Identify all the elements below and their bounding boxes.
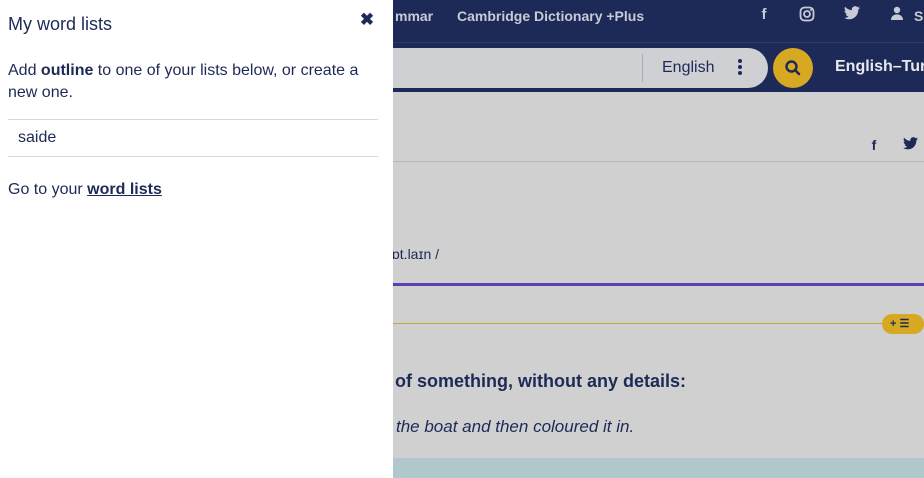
facebook-share-icon[interactable]: f (866, 137, 882, 153)
more-options-icon[interactable] (736, 58, 744, 78)
divider (642, 54, 643, 82)
definition-text: e of something, without any details: (380, 371, 687, 391)
search-button[interactable] (773, 48, 813, 88)
word-lists-link[interactable]: word lists (87, 181, 162, 198)
search-input[interactable]: English (370, 48, 768, 88)
word-list-item[interactable]: saide (8, 119, 378, 157)
language-selector-label[interactable]: English (662, 59, 714, 77)
instagram-icon[interactable] (798, 6, 816, 24)
nav-link-dictionary-plus[interactable]: Cambridge Dictionary +Plus (457, 8, 644, 24)
intro-prefix: Add (8, 62, 41, 79)
close-icon[interactable]: ✖ (357, 10, 377, 30)
dictionary-selector[interactable]: English–Tur (835, 58, 924, 76)
twitter-icon[interactable] (843, 6, 861, 24)
nav-link-grammar[interactable]: mmar (395, 8, 433, 24)
intro-word: outline (40, 62, 94, 79)
sign-in-link[interactable]: S (914, 8, 923, 24)
goto-prefix: Go to your (8, 181, 88, 198)
twitter-share-icon[interactable] (902, 137, 918, 153)
panel-title: My word lists (8, 14, 113, 34)
goto-word-lists: Go to your word lists (8, 181, 162, 199)
example-sentence: the boat and then coloured it in. (396, 417, 635, 436)
word-list-panel: My word lists ✖ Add outline to one of yo… (0, 0, 393, 478)
pronunciation-text: ɒt.laɪn / (392, 246, 440, 262)
add-list-icon: + ☰ (890, 318, 910, 330)
user-icon[interactable] (888, 6, 906, 24)
panel-intro: Add outline to one of your lists below, … (8, 60, 380, 104)
facebook-icon[interactable]: f (755, 6, 773, 24)
search-icon (785, 60, 801, 76)
add-to-word-list-button[interactable]: + ☰ (882, 314, 924, 334)
